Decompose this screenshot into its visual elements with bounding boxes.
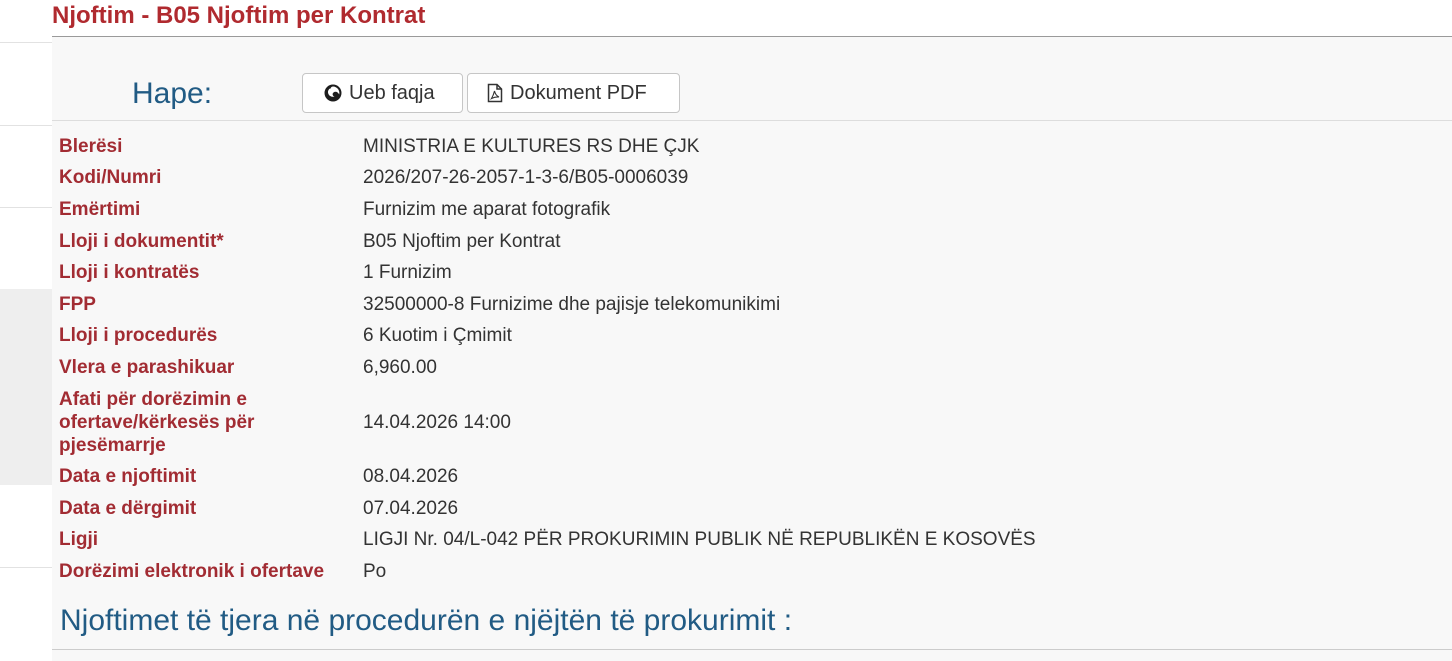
detail-value: 32500000-8 Furnizime dhe pajisje telekom… — [363, 294, 781, 315]
title-bar: Njoftim - B05 Njoftim per Kontrat — [52, 0, 1452, 37]
pdf-document-button-label: Dokument PDF — [510, 81, 647, 104]
other-notices-heading: Njoftimet të tjera në procedurën e njëjt… — [60, 604, 793, 637]
section-divider — [52, 649, 1452, 650]
detail-label: Ligji — [59, 529, 99, 550]
firefox-icon — [323, 83, 343, 103]
detail-value: 14.04.2026 14:00 — [363, 412, 511, 433]
detail-value: 08.04.2026 — [363, 466, 459, 487]
detail-label: Blerësi — [59, 136, 123, 157]
left-gutter — [0, 0, 52, 661]
detail-value: MINISTRIA E KULTURES RS DHE ÇJK — [363, 136, 700, 157]
gutter-divider — [0, 567, 52, 568]
detail-value: LIGJI Nr. 04/L-042 PËR PROKURIMIN PUBLIK… — [363, 529, 1036, 550]
gutter-divider — [0, 42, 52, 43]
detail-label: Dorëzimi elektronik i ofertave — [59, 561, 325, 582]
gutter-panel — [0, 207, 52, 291]
detail-label: Emërtimi — [59, 199, 141, 220]
detail-label: Lloji i procedurës — [59, 325, 218, 346]
detail-label: Vlera e parashikuar — [59, 357, 235, 378]
detail-label: FPP — [59, 294, 96, 315]
detail-value: 2026/207-26-2057-1-3-6/B05-0006039 — [363, 167, 689, 188]
gutter-divider — [0, 125, 52, 126]
detail-value: 6,960.00 — [363, 357, 437, 378]
web-page-button-label: Ueb faqja — [349, 81, 435, 104]
web-page-button[interactable]: Ueb faqja — [302, 73, 463, 113]
detail-label: Lloji i kontratës — [59, 262, 200, 283]
open-label: Hape: — [132, 77, 213, 110]
pdf-file-icon — [486, 83, 504, 103]
detail-label: Lloji i dokumentit* — [59, 231, 224, 252]
detail-value: B05 Njoftim per Kontrat — [363, 231, 561, 252]
gutter-gray-panel — [0, 289, 52, 485]
page-title: Njoftim - B05 Njoftim per Kontrat — [52, 2, 426, 29]
main-content: Njoftim - B05 Njoftim per Kontrat Hape: … — [52, 0, 1452, 661]
detail-value: Furnizim me aparat fotografik — [363, 199, 611, 220]
detail-label: Data e dërgimit — [59, 498, 197, 519]
detail-label: Data e njoftimit — [59, 466, 197, 487]
detail-label: Afati për dorëzimin e ofertave/kërkesës … — [59, 389, 255, 456]
detail-label: Kodi/Numri — [59, 167, 162, 188]
pdf-document-button[interactable]: Dokument PDF — [467, 73, 680, 113]
detail-value: 1 Furnizim — [363, 262, 452, 283]
open-row: Hape: Ueb faqja Dokument PDF — [52, 38, 1452, 121]
detail-value: 6 Kuotim i Çmimit — [363, 325, 512, 346]
detail-value: 07.04.2026 — [363, 498, 459, 519]
detail-value: Po — [363, 561, 387, 582]
